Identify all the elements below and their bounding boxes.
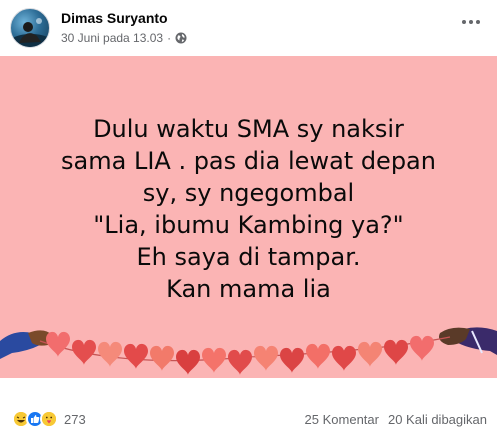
image-text-line: Eh saya di tampar. xyxy=(136,243,361,271)
image-text-line: Dulu waktu SMA sy naksir xyxy=(93,115,404,143)
author-avatar[interactable] xyxy=(10,8,50,48)
post-meta: 30 Juni pada 13.03 · xyxy=(61,31,187,45)
image-text-line: sy, sy ngegombal xyxy=(142,179,355,207)
comments-count[interactable]: 25 Komentar xyxy=(305,412,379,427)
reaction-count[interactable]: 273 xyxy=(64,412,86,427)
facebook-post: Dimas Suryanto 30 Juni pada 13.03 · Dulu… xyxy=(0,0,497,445)
image-text-line: sama LIA . pas dia lewat depan xyxy=(61,147,436,175)
more-options-icon[interactable] xyxy=(457,12,485,32)
post-header: Dimas Suryanto 30 Juni pada 13.03 · xyxy=(10,6,487,48)
post-timestamp[interactable]: 30 Juni pada 13.03 xyxy=(61,31,163,45)
image-text-line: Kan mama lia xyxy=(166,275,331,303)
post-footer: 273 25 Komentar 20 Kali dibagikan xyxy=(12,410,487,432)
post-image[interactable]: Dulu waktu SMA sy naksir sama LIA . pas … xyxy=(0,56,497,378)
avatar-photo xyxy=(11,18,49,47)
meta-separator: · xyxy=(167,31,172,45)
post-stats: 25 Komentar 20 Kali dibagikan xyxy=(305,412,487,427)
image-text-line: "Lia, ibumu Kambing ya?" xyxy=(93,211,404,239)
shares-count[interactable]: 20 Kali dibagikan xyxy=(388,412,487,427)
care-icon xyxy=(40,410,58,428)
reactions-summary[interactable]: 273 xyxy=(12,410,86,428)
globe-icon[interactable] xyxy=(175,32,187,44)
author-name[interactable]: Dimas Suryanto xyxy=(61,10,168,26)
hearts-garland-illustration xyxy=(0,327,497,375)
image-text: Dulu waktu SMA sy naksir sama LIA . pas … xyxy=(0,113,497,305)
